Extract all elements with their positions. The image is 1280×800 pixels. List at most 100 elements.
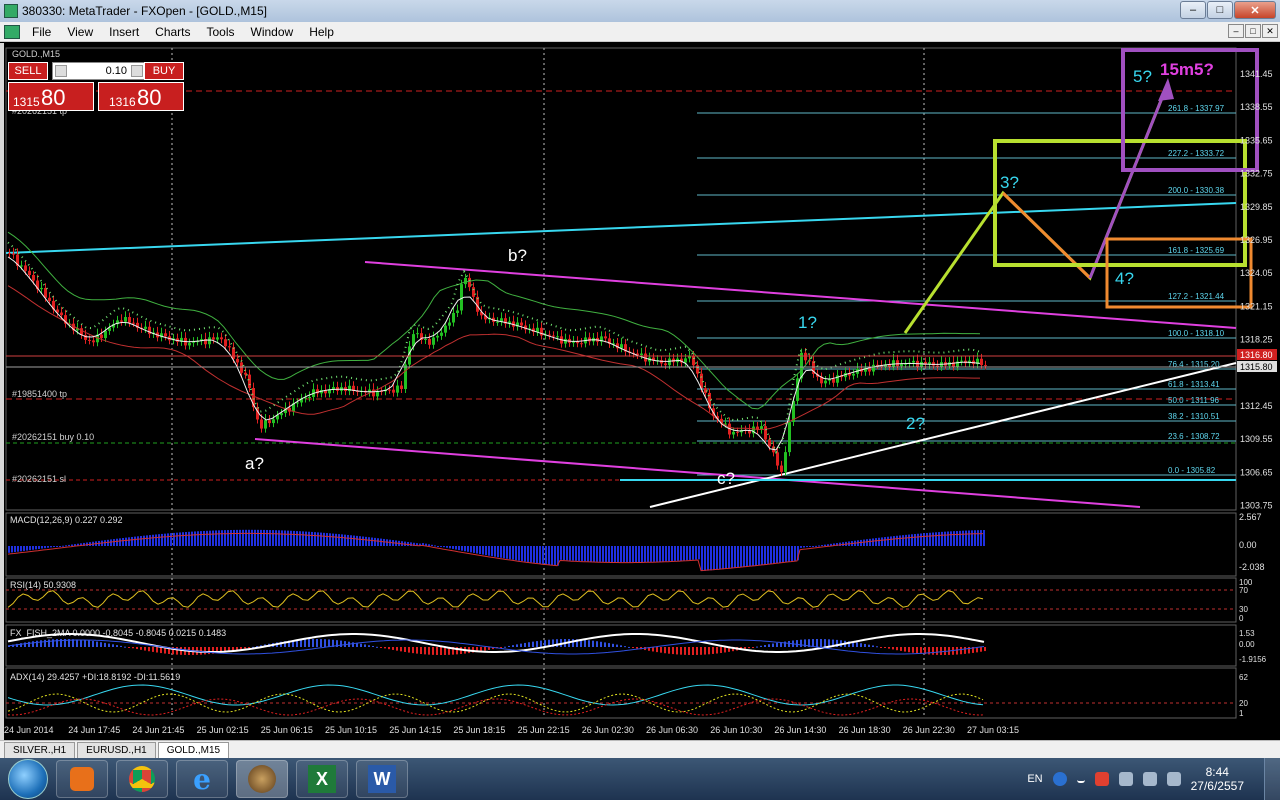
macd-bar	[476, 546, 478, 554]
excel-taskbar-icon[interactable]: X	[296, 760, 348, 798]
candle-body	[132, 322, 135, 324]
lot-increase-button[interactable]	[131, 65, 143, 77]
fish-axis-top: 1.53	[1239, 629, 1255, 638]
menu-window[interactable]: Window	[243, 25, 302, 39]
fib-level-label: 100.0 - 1318.10	[1168, 329, 1225, 338]
candle-body	[228, 346, 231, 348]
candle-body	[388, 389, 391, 391]
candle-body	[456, 310, 459, 313]
chrome-taskbar-icon[interactable]	[116, 760, 168, 798]
maximize-button[interactable]: □	[1207, 1, 1233, 19]
macd-bar	[560, 546, 562, 560]
macd-bar	[191, 531, 193, 546]
close-button[interactable]: ✕	[1234, 1, 1276, 19]
chart-close-button[interactable]: ✕	[1262, 24, 1278, 38]
show-hidden-icons-icon[interactable]	[1076, 775, 1085, 783]
chart-window-icon[interactable]	[4, 24, 20, 39]
candle-body	[144, 326, 147, 329]
chart-canvas[interactable]: 261.8 - 1337.97227.2 - 1333.72200.0 - 13…	[0, 43, 1280, 740]
fish-bar	[960, 647, 962, 655]
menu-help[interactable]: Help	[301, 25, 342, 39]
volume-icon[interactable]	[1166, 772, 1181, 786]
fish-bar	[676, 647, 678, 655]
fish-bar	[672, 647, 674, 655]
macd-bar	[362, 536, 364, 546]
sell-button[interactable]: SELL	[8, 62, 48, 80]
battery-icon[interactable]	[1118, 772, 1133, 786]
menu-view[interactable]: View	[59, 25, 101, 39]
macd-bar	[71, 544, 73, 546]
menu-tools[interactable]: Tools	[199, 25, 243, 39]
candle-body	[424, 338, 427, 340]
candle-body	[852, 373, 855, 376]
internet-explorer-taskbar-icon[interactable]: e	[176, 760, 228, 798]
candle-body	[736, 431, 739, 433]
candle-body	[208, 337, 211, 345]
fish-bar	[244, 647, 246, 649]
macd-axis-top: 2.567	[1239, 512, 1262, 522]
show-desktop-button[interactable]	[1264, 758, 1280, 800]
fish-bar	[436, 647, 438, 655]
macd-bar	[275, 530, 277, 546]
candle-body	[580, 343, 583, 345]
macd-bar	[581, 546, 583, 562]
macd-bar	[710, 546, 712, 571]
lot-decrease-button[interactable]	[55, 65, 67, 77]
aqua-channel-line[interactable]	[5, 202, 1237, 254]
bid-price-tag-text: 1315.80	[1240, 362, 1273, 372]
macd-bar	[965, 530, 967, 546]
macd-bar	[296, 531, 298, 546]
wave-label-15m5: 15m5?	[1160, 60, 1214, 79]
macd-bar	[794, 546, 796, 561]
time-axis-label: 24 Jun 21:45	[132, 725, 184, 735]
macd-bar	[788, 546, 790, 562]
network-icon[interactable]	[1142, 772, 1157, 786]
help-icon[interactable]	[1052, 772, 1067, 786]
fib-level-label: 200.0 - 1330.38	[1168, 186, 1225, 195]
candle-body	[416, 333, 419, 335]
macd-bar	[290, 530, 292, 546]
fish-bar	[384, 647, 386, 649]
media-player-taskbar-icon[interactable]	[56, 760, 108, 798]
lot-size-input[interactable]: 0.10	[52, 62, 146, 80]
fish-bar	[876, 646, 878, 648]
metatrader-taskbar-icon[interactable]	[236, 760, 288, 798]
chart-minimize-button[interactable]: –	[1228, 24, 1244, 38]
clock-time: 8:44	[1205, 765, 1229, 779]
wave-arrowhead	[1158, 78, 1174, 101]
sell-price-box[interactable]: 1315 80	[8, 82, 94, 111]
candle-body	[984, 365, 987, 367]
buy-button[interactable]: BUY	[144, 62, 184, 80]
wave-projection-purple[interactable]	[1088, 82, 1170, 279]
menu-insert[interactable]: Insert	[101, 25, 147, 39]
menu-charts[interactable]: Charts	[147, 25, 198, 39]
fish-bar	[680, 647, 682, 655]
macd-bar	[941, 531, 943, 546]
tab-silver-h1[interactable]: SILVER.,H1	[4, 742, 76, 758]
chart-restore-button[interactable]: □	[1245, 24, 1261, 38]
tab-eurusd-h1[interactable]: EURUSD.,H1	[77, 742, 156, 758]
candle-body	[892, 360, 895, 367]
buy-price-box[interactable]: 1316 80	[98, 82, 184, 111]
candle-body	[396, 385, 399, 393]
tab-gold-m15[interactable]: GOLD.,M15	[157, 742, 230, 758]
fish-bar	[444, 647, 446, 655]
menu-file[interactable]: File	[24, 25, 59, 39]
system-clock[interactable]: 8:44 27/6/2557	[1191, 765, 1244, 793]
language-indicator[interactable]: EN	[1027, 773, 1042, 785]
macd-bar	[458, 546, 460, 551]
word-taskbar-icon[interactable]: W	[356, 760, 408, 798]
start-button[interactable]	[8, 759, 48, 799]
macd-bar	[32, 546, 34, 550]
candle-body	[520, 322, 523, 326]
fish-bar	[724, 647, 726, 653]
minimize-button[interactable]: –	[1180, 1, 1206, 19]
flag-icon[interactable]	[1094, 772, 1109, 786]
candle-body	[128, 317, 131, 323]
fish-bar	[816, 639, 818, 647]
candle-body	[260, 419, 263, 429]
fish-bar	[628, 646, 630, 648]
magenta-lower-trendline[interactable]	[254, 438, 1141, 508]
fish-bar	[760, 645, 762, 647]
fish-bar	[532, 641, 534, 647]
